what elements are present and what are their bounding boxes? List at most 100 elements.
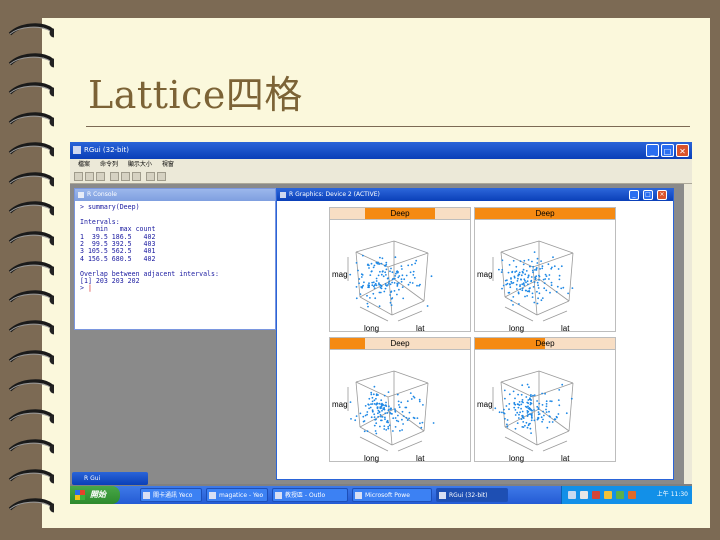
data-point [377, 409, 380, 412]
data-point [516, 280, 519, 282]
volume-icon[interactable] [580, 491, 588, 499]
data-point [363, 430, 366, 433]
graphics-close-button[interactable]: × [657, 190, 667, 200]
vertical-scrollbar[interactable] [684, 184, 692, 484]
menu-view-size[interactable]: 顯示大小 [128, 161, 152, 168]
data-point [394, 275, 397, 277]
data-point [545, 400, 548, 403]
data-point [534, 278, 537, 281]
data-point [504, 417, 506, 420]
lat-axis-arrow [397, 440, 423, 452]
data-point [398, 275, 401, 277]
data-point [526, 412, 529, 414]
data-point [532, 271, 534, 274]
network-icon[interactable] [568, 491, 576, 499]
stop-icon[interactable] [146, 172, 155, 181]
r-console-titlebar[interactable]: R Console [75, 189, 275, 201]
data-point [398, 288, 400, 291]
data-point [384, 271, 387, 274]
console-output[interactable]: > summary(Deep) Intervals: min max count… [80, 203, 275, 293]
open-script-icon[interactable] [74, 172, 83, 181]
taskbar-item[interactable]: magatice - Yeo [206, 488, 268, 502]
data-point [421, 421, 424, 424]
menu-file[interactable]: 檔案 [78, 161, 90, 168]
data-point [396, 282, 399, 285]
data-point [388, 405, 390, 408]
data-point [531, 413, 533, 415]
data-point [402, 423, 404, 425]
copy-icon[interactable] [110, 172, 119, 181]
data-point [522, 268, 525, 271]
start-button[interactable]: 開始 [70, 486, 120, 504]
taskbar-item[interactable]: Microsoft Powe [352, 488, 432, 502]
antivirus-icon[interactable] [592, 491, 600, 499]
data-point [400, 278, 403, 281]
data-point [538, 402, 541, 405]
data-point [397, 414, 399, 417]
r-console-title: R Console [87, 191, 117, 198]
strip-label: Deep [390, 339, 410, 348]
data-point [375, 422, 378, 425]
data-point [520, 274, 523, 277]
r-graphics-window[interactable]: R Graphics: Device 2 (ACTIVE) _ □ × Deep… [276, 188, 674, 480]
data-point [359, 412, 362, 415]
load-workspace-icon[interactable] [85, 172, 94, 181]
graphics-titlebar[interactable]: R Graphics: Device 2 (ACTIVE) _ □ × [277, 189, 673, 201]
save-icon[interactable] [96, 172, 105, 181]
data-point [541, 420, 543, 423]
data-point [396, 285, 399, 287]
data-point [503, 412, 506, 415]
data-point [539, 268, 541, 270]
data-point [541, 265, 544, 268]
data-point [378, 402, 381, 405]
data-point [528, 386, 530, 389]
data-point [389, 301, 392, 304]
minimized-window[interactable]: R Gui [72, 472, 148, 485]
data-point [380, 415, 382, 418]
long-axis-arrow [504, 436, 534, 452]
menu-window[interactable]: 視窗 [162, 161, 174, 168]
cube-edge [538, 240, 574, 254]
data-point [514, 397, 516, 400]
data-point [395, 272, 397, 275]
taskbar-item[interactable]: 教授區 - Outlo [272, 488, 348, 502]
data-point [394, 426, 397, 428]
minimize-button[interactable]: _ [646, 144, 659, 157]
data-point [376, 262, 379, 265]
paste-icon[interactable] [121, 172, 130, 181]
strip-label: Deep [535, 339, 555, 348]
cube-edge [504, 296, 538, 316]
data-point [398, 406, 401, 409]
copy-paste-icon[interactable] [132, 172, 141, 181]
data-point [389, 412, 392, 414]
app-tray-icon[interactable] [628, 491, 636, 499]
graphics-restore-button[interactable]: □ [643, 190, 653, 200]
data-point [390, 304, 393, 306]
graphics-minimize-button[interactable]: _ [629, 190, 639, 200]
update-icon[interactable] [616, 491, 624, 499]
clock[interactable]: 上午 11:30 [657, 486, 688, 504]
data-point [413, 417, 416, 420]
mag-axis-label: mag [332, 270, 348, 279]
data-point [514, 409, 517, 411]
taskbar-item[interactable]: 關卡通訊 Yeco [140, 488, 202, 502]
data-point [391, 278, 394, 281]
restore-button[interactable]: □ [661, 144, 674, 157]
data-point [370, 262, 373, 265]
menu-command[interactable]: 命令列 [100, 161, 118, 168]
close-button[interactable]: ✕ [676, 144, 689, 157]
data-point [531, 260, 533, 263]
notification-icon[interactable] [604, 491, 612, 499]
data-point [540, 260, 542, 262]
data-point [541, 404, 544, 406]
r-console-window[interactable]: R Console > summary(Deep) Intervals: min… [74, 188, 276, 330]
data-point [380, 285, 383, 288]
data-point [394, 417, 397, 419]
lat-axis-arrow [542, 440, 568, 452]
print-icon[interactable] [157, 172, 166, 181]
taskbar-item[interactable]: RGui (32-bit) [436, 488, 508, 502]
data-point [362, 415, 365, 418]
data-point [389, 283, 392, 286]
data-point [358, 282, 360, 285]
data-point [390, 291, 392, 293]
